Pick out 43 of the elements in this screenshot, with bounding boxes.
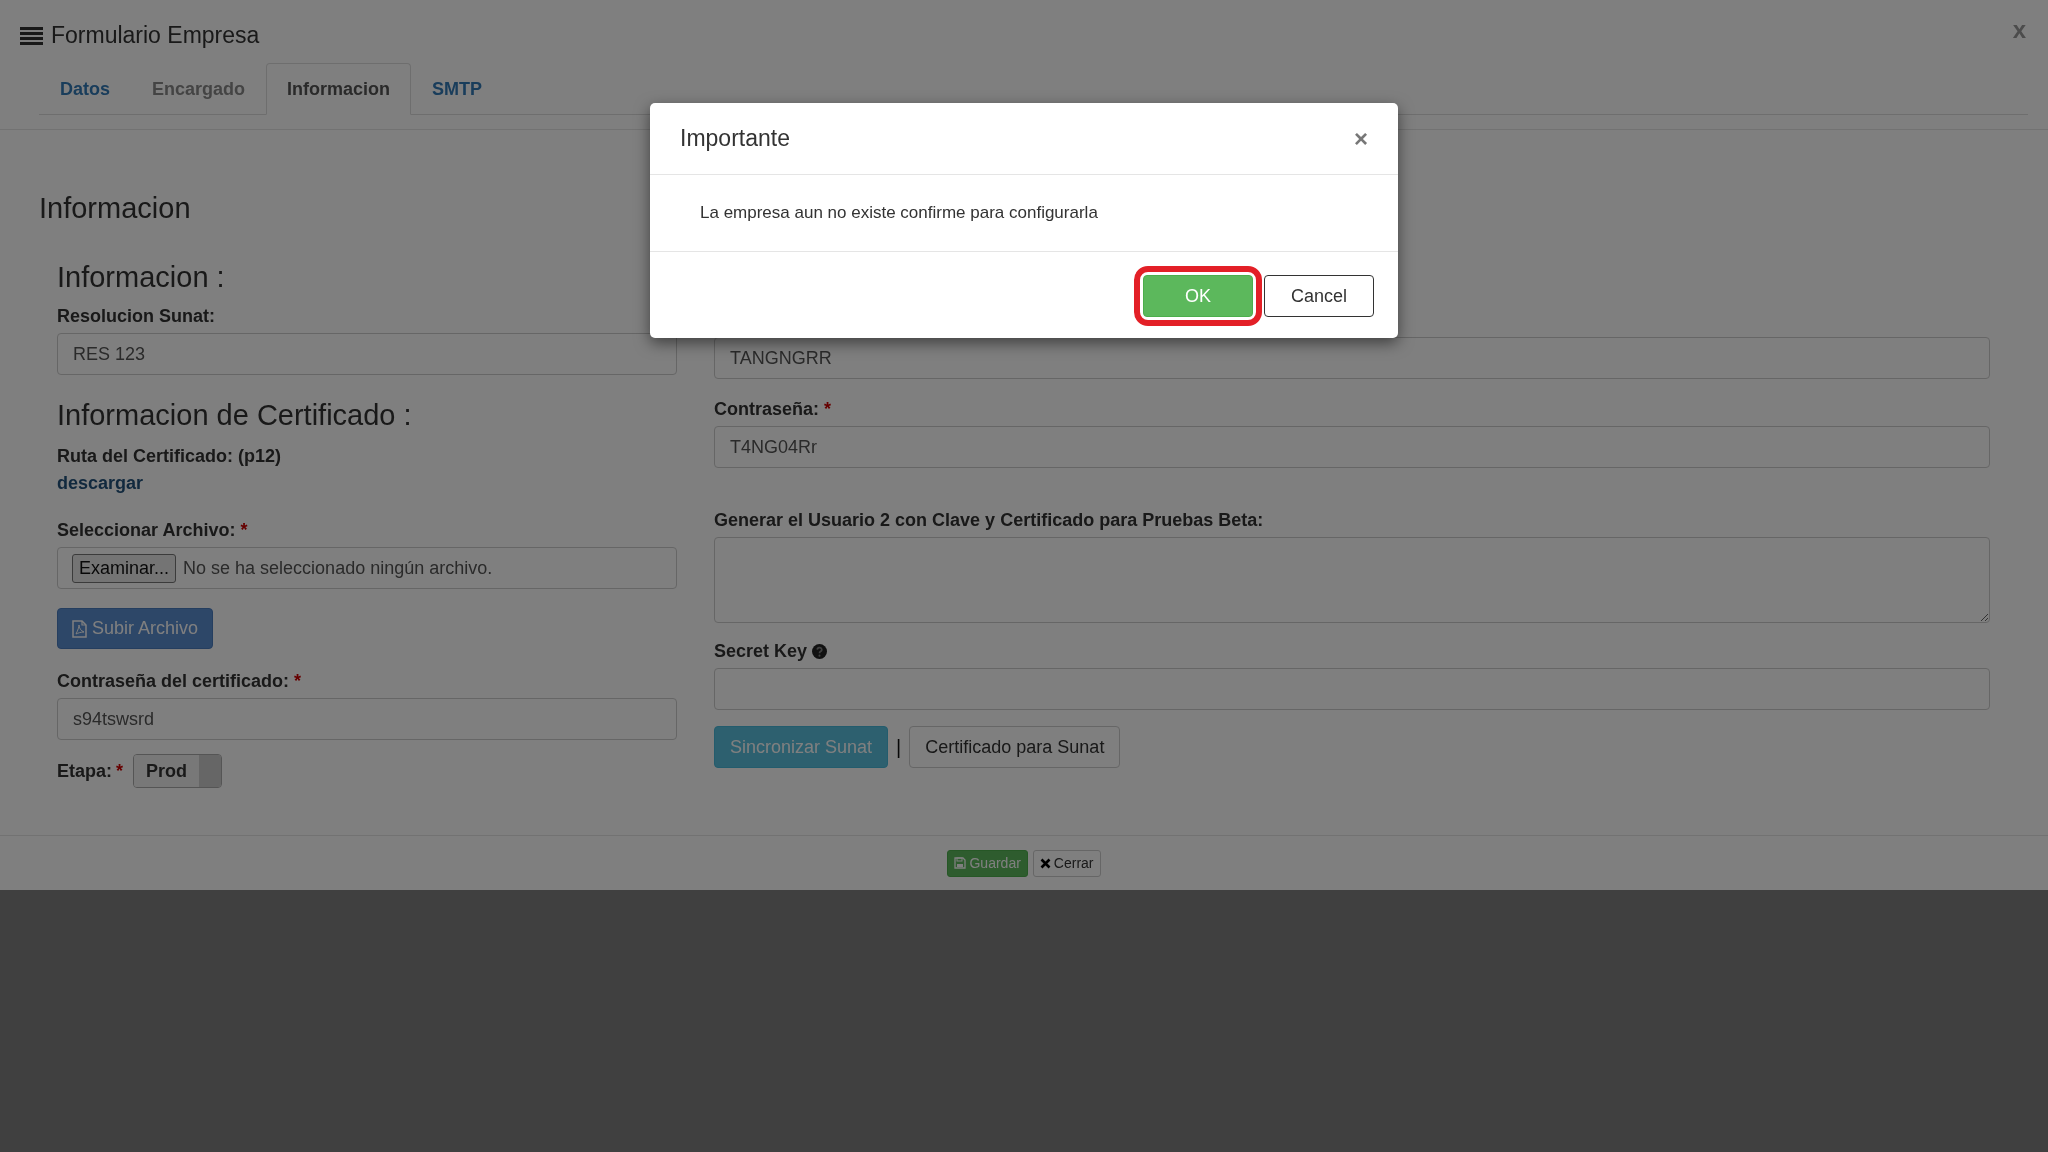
menu-icon [20, 26, 43, 45]
file-input[interactable]: Examinar... No se ha seleccionado ningún archivo. [57, 547, 677, 589]
input-field[interactable]: s94tswsrd [57, 698, 677, 740]
field-label: Resolucion Sunat: [57, 306, 215, 327]
footer-button[interactable]: Cerrar [1032, 849, 1101, 877]
tab[interactable]: Informacion [266, 63, 412, 115]
field-label: Etapa: [57, 760, 112, 782]
field-label: Secret Key [714, 641, 808, 662]
dialog-button[interactable]: Cancel [1264, 275, 1374, 317]
help-icon[interactable] [812, 644, 828, 659]
ok-button[interactable]: OK [1143, 275, 1253, 317]
close-button[interactable]: × [1354, 124, 1368, 153]
section-title: Informacion [39, 192, 191, 225]
input-field[interactable]: RES 123 [57, 333, 677, 375]
input-field[interactable]: T4NG04Rr [714, 426, 1990, 468]
separator: | [896, 735, 902, 759]
dialog-message: La empresa aun no existe confirme para configurarla [700, 203, 1098, 222]
section-heading: Informacion de Certificado : [57, 399, 413, 432]
required-mark: * [116, 760, 124, 782]
upload-button[interactable]: Subir Archivo [57, 608, 214, 649]
field-label: Contraseña del certificado: [57, 671, 290, 692]
pdf-file-icon [72, 619, 87, 638]
required-mark: * [294, 671, 302, 692]
field-label: Seleccionar Archivo: [57, 520, 236, 541]
field-label: Generar el Usuario 2 con Clave y Certificado para Pruebas Beta: [714, 510, 1264, 531]
footer-button[interactable]: Guardar [947, 849, 1028, 877]
action-button[interactable]: Certificado para Sunat [909, 726, 1121, 768]
window-title: Formulario Empresa [51, 22, 260, 49]
file-status: No se ha seleccionado ningún archivo. [183, 557, 493, 579]
field-label: Ruta del Certificado: (p12) [57, 446, 282, 467]
close-icon [1039, 857, 1051, 869]
browse-button[interactable]: Examinar... [72, 553, 177, 583]
stage-toggle[interactable]: Prod [133, 754, 223, 788]
tab[interactable]: Datos [39, 63, 131, 115]
input-field[interactable]: TANGNGRR [714, 337, 1990, 379]
required-mark: * [824, 399, 832, 420]
field-label: Contraseña: [714, 399, 820, 420]
tab[interactable]: SMTP [411, 63, 504, 115]
required-mark: * [240, 520, 248, 541]
dialog-title: Importante [680, 125, 790, 152]
section-heading: Informacion : [57, 261, 226, 294]
save-icon [954, 857, 967, 869]
download-link[interactable]: descargar [57, 473, 677, 494]
